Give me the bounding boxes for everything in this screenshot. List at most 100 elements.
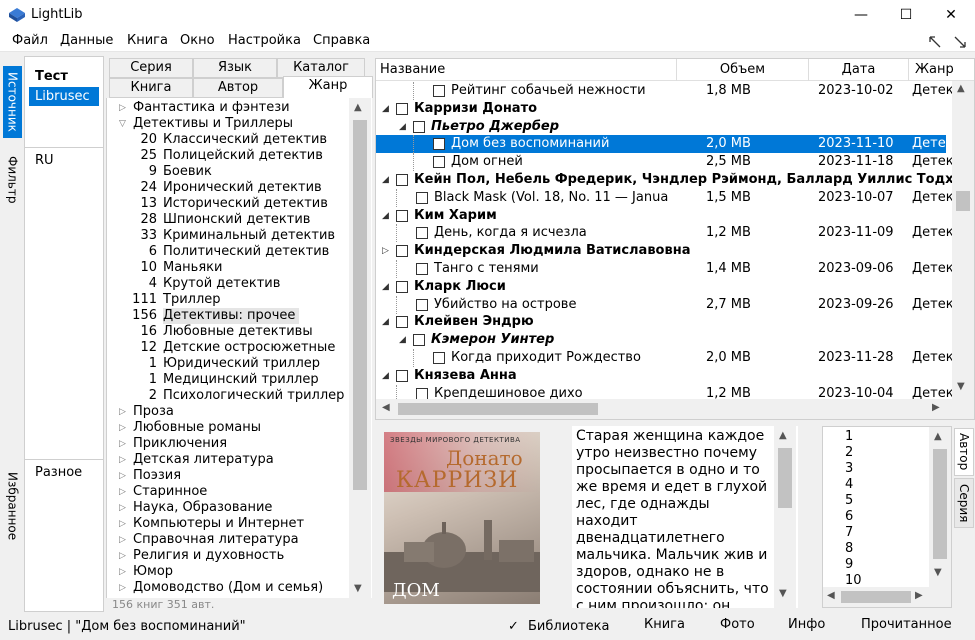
collapsed-arrow-icon[interactable]: ▷: [382, 242, 389, 260]
table-vscrollbar[interactable]: ▲ ▼: [952, 81, 974, 399]
column-genre[interactable]: Жанр: [908, 59, 974, 81]
list-item[interactable]: 4: [845, 477, 853, 492]
author-row[interactable]: ◢ Князева Анна: [376, 367, 946, 385]
author-row[interactable]: ◢ Клейвен Эндрю: [376, 313, 946, 331]
row-checkbox[interactable]: [396, 316, 408, 329]
scroll-down-icon[interactable]: ▼: [957, 381, 965, 392]
scroll-right-icon[interactable]: ▶: [932, 402, 940, 413]
column-title[interactable]: Название: [380, 62, 445, 77]
list-item[interactable]: 3: [845, 461, 853, 476]
annotation-scrollbar[interactable]: ▲ ▼: [774, 426, 796, 608]
collapsed-arrow-icon[interactable]: ▷: [119, 468, 126, 484]
row-checkbox[interactable]: [416, 227, 428, 240]
tab-genre[interactable]: Жанр: [283, 76, 373, 98]
author-row[interactable]: ◢ Кейн Пол, Небель Фредерик, Чэндлер Рэйм…: [376, 171, 962, 189]
book-cover[interactable]: ЗВЕЗДЫ МИРОВОГО ДЕТЕКТИВА Донато КАРРИЗИ…: [384, 432, 540, 604]
shrink-icon[interactable]: [928, 35, 942, 49]
collapsed-arrow-icon[interactable]: ▷: [119, 564, 126, 580]
scroll-right-icon[interactable]: ▶: [915, 590, 923, 601]
author-row[interactable]: ◢ Карризи Донато: [376, 100, 946, 118]
filter-value[interactable]: RU: [35, 153, 54, 168]
row-checkbox[interactable]: [416, 191, 428, 204]
menu-help[interactable]: Справка: [313, 33, 370, 48]
menu-window[interactable]: Окно: [180, 33, 215, 48]
rating-scrollbar[interactable]: ▲ ▼: [929, 427, 951, 607]
list-item[interactable]: 1: [845, 429, 853, 444]
author-row[interactable]: ◢ Кларк Люси: [376, 278, 946, 296]
collapsed-arrow-icon[interactable]: ▷: [119, 436, 126, 452]
table-hscrollbar[interactable]: ◀ ▶: [376, 399, 974, 419]
tab-source[interactable]: Источник: [3, 66, 22, 138]
row-checkbox[interactable]: [416, 263, 428, 275]
scroll-up-icon[interactable]: ▲: [957, 83, 965, 94]
minimize-button[interactable]: —: [838, 0, 884, 30]
collapsed-arrow-icon[interactable]: ▷: [119, 500, 126, 516]
scroll-left-icon[interactable]: ◀: [827, 590, 835, 601]
author-row[interactable]: ▷ Киндерская Людмила Ватиславовна: [376, 242, 946, 260]
row-checkbox[interactable]: [433, 352, 445, 364]
menu-book[interactable]: Книга: [127, 33, 168, 48]
book-row[interactable]: Танго с тенями 1,4 MB 2023-09-06 Детект: [376, 260, 961, 278]
collapsed-arrow-icon[interactable]: ▷: [119, 532, 126, 548]
tab-language[interactable]: Язык: [193, 58, 277, 78]
row-checkbox[interactable]: [396, 280, 408, 293]
row-checkbox[interactable]: [396, 209, 408, 222]
collapsed-arrow-icon[interactable]: ▷: [119, 420, 126, 436]
list-item[interactable]: 7: [845, 525, 853, 540]
tab-book[interactable]: Книга: [109, 78, 193, 98]
author-row[interactable]: ◢ Ким Харим: [376, 207, 946, 225]
expanded-arrow-icon[interactable]: ◢: [382, 278, 389, 296]
menu-settings[interactable]: Настройка: [228, 33, 301, 48]
book-row[interactable]: Дом огней 2,5 MB 2023-11-18 Детект: [376, 153, 961, 172]
collapsed-arrow-icon[interactable]: ▷: [119, 580, 126, 596]
collapsed-arrow-icon[interactable]: ▷: [119, 484, 126, 500]
scroll-thumb[interactable]: [778, 448, 792, 508]
column-size[interactable]: Объем: [676, 59, 808, 81]
scroll-thumb[interactable]: [398, 403, 598, 415]
row-checkbox[interactable]: [413, 334, 425, 347]
scroll-up-icon[interactable]: ▲: [354, 102, 362, 113]
row-checkbox[interactable]: [416, 298, 428, 311]
genre-scrollbar[interactable]: ▲ ▼: [349, 98, 371, 598]
list-item[interactable]: 5: [845, 493, 853, 508]
expanded-arrow-icon[interactable]: ◢: [382, 367, 389, 385]
book-row[interactable]: День, когда я исчезла 1,2 MB 2023-11-09 Дет…: [376, 224, 961, 243]
scroll-thumb[interactable]: [956, 191, 970, 211]
row-checkbox[interactable]: [396, 245, 408, 258]
source-item-librusec[interactable]: Librusec: [29, 87, 99, 106]
row-checkbox[interactable]: [396, 174, 408, 186]
collapsed-arrow-icon[interactable]: ▷: [119, 452, 126, 468]
expanded-arrow-icon[interactable]: ◢: [382, 207, 389, 225]
list-item[interactable]: 6: [845, 509, 853, 524]
book-row[interactable]: Убийство на острове 2,7 MB 2023-09-26 Детек…: [376, 295, 961, 314]
collapsed-arrow-icon[interactable]: ▷: [119, 100, 126, 116]
tab-info[interactable]: Инфо: [788, 617, 825, 632]
tab-series[interactable]: Серия: [109, 58, 193, 78]
close-button[interactable]: ✕: [928, 0, 974, 30]
maximize-button[interactable]: ☐: [883, 0, 929, 30]
tab-favorites[interactable]: Избранное: [3, 466, 22, 546]
tab-author[interactable]: Автор: [193, 78, 283, 98]
collapsed-arrow-icon[interactable]: ▷: [119, 548, 126, 564]
scroll-down-icon[interactable]: ▼: [354, 583, 362, 594]
list-item[interactable]: 10: [845, 573, 862, 588]
row-checkbox[interactable]: [433, 156, 445, 169]
scroll-thumb[interactable]: [353, 120, 367, 490]
expanded-arrow-icon[interactable]: ◢: [382, 100, 389, 118]
collapsed-arrow-icon[interactable]: ▷: [119, 516, 126, 532]
menu-data[interactable]: Данные: [60, 33, 113, 48]
scroll-thumb[interactable]: [933, 449, 947, 559]
expand-icon[interactable]: [953, 35, 967, 49]
scroll-up-icon[interactable]: ▲: [934, 431, 942, 442]
row-checkbox[interactable]: [433, 138, 445, 151]
column-date[interactable]: Дата: [808, 59, 908, 81]
row-checkbox[interactable]: [396, 369, 408, 382]
list-item[interactable]: 9: [845, 557, 853, 572]
row-checkbox[interactable]: [416, 387, 428, 400]
book-row[interactable]: Когда приходит Рождество 2,0 MB 2023-11-28…: [376, 349, 961, 367]
expanded-arrow-icon[interactable]: ◢: [399, 331, 406, 349]
scroll-down-icon[interactable]: ▼: [934, 567, 942, 578]
tab-book-info[interactable]: Книга: [644, 617, 685, 632]
row-checkbox[interactable]: [433, 85, 445, 97]
list-item[interactable]: 2: [845, 445, 853, 460]
